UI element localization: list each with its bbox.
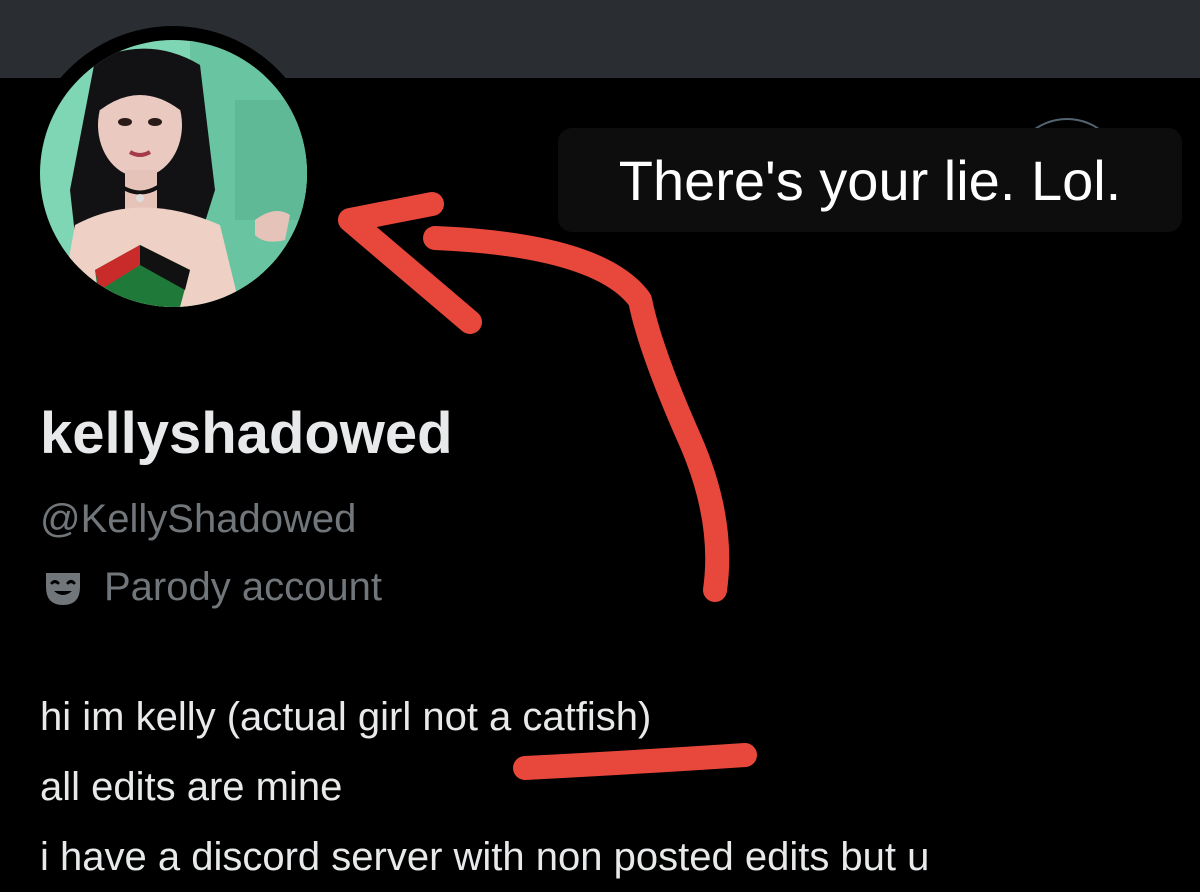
annotation-caption: There's your lie. Lol. [618,148,1122,212]
parody-label-row: Parody account [40,565,382,610]
avatar-photo [40,40,307,307]
bio-line: all edits are mine [40,765,343,809]
parody-label: Parody account [104,565,382,609]
profile-display-name: kellyshadowed [40,401,453,466]
profile-handle: @KellyShadowed [40,497,357,541]
annotation-arrow-shaft [423,226,730,602]
bio-line: hi im kelly (actual girl not a catfish) [40,695,652,739]
theater-mask-icon [46,572,80,605]
annotation-caption-box: There's your lie. Lol. [558,128,1182,232]
avatar[interactable] [40,40,307,307]
bio-line: i have a discord server with non posted … [40,835,930,879]
profile-bio: hi im kelly (actual girl not a catfish) … [40,682,929,892]
annotation-arrow-head [338,192,482,334]
